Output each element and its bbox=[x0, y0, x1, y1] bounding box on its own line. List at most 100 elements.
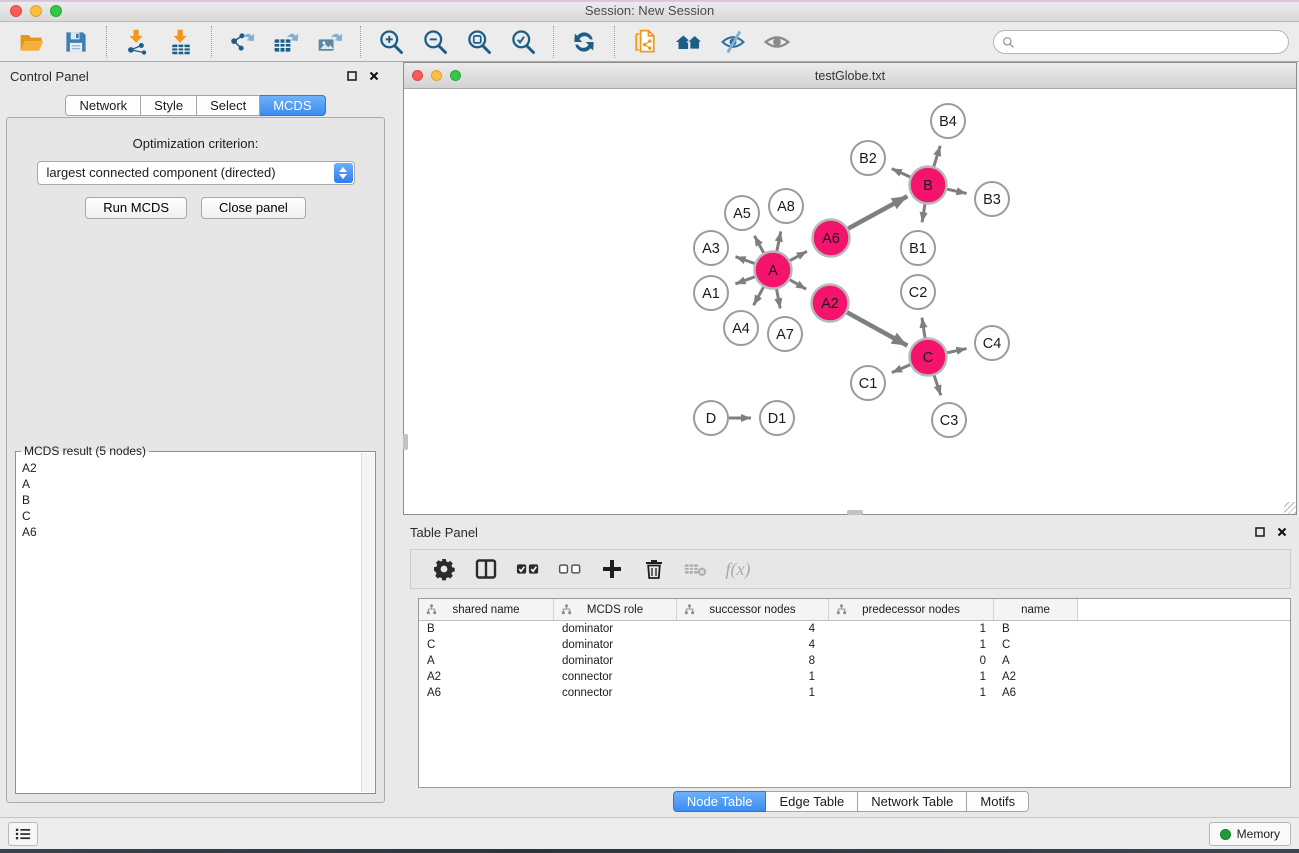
graph-node-A6[interactable]: A6 bbox=[813, 220, 850, 257]
network-vertical-scroll-thumb[interactable] bbox=[403, 434, 408, 450]
zoom-selected-icon[interactable] bbox=[508, 27, 538, 57]
graph-edge-A-A7[interactable] bbox=[777, 289, 781, 308]
table-row-b[interactable]: Bdominator41B bbox=[419, 621, 1290, 637]
graph-node-A7[interactable]: A7 bbox=[768, 317, 802, 351]
graph-edge-A2-C[interactable] bbox=[847, 312, 907, 345]
graph-edge-A-A2[interactable] bbox=[790, 280, 806, 289]
graph-node-B1[interactable]: B1 bbox=[901, 231, 935, 265]
tab-select[interactable]: Select bbox=[197, 95, 260, 116]
graph-node-A2[interactable]: A2 bbox=[812, 285, 849, 322]
optimization-criterion-dropdown[interactable]: largest connected component (directed) bbox=[37, 161, 355, 185]
zoom-in-icon[interactable] bbox=[376, 27, 406, 57]
search-box[interactable] bbox=[993, 30, 1289, 54]
table-row-a2[interactable]: A2connector11A2 bbox=[419, 669, 1290, 685]
select-all-checks-icon[interactable] bbox=[513, 555, 543, 583]
search-input[interactable] bbox=[1015, 35, 1288, 49]
graph-edge-B-B2[interactable] bbox=[892, 169, 911, 177]
graph-edge-A6-B[interactable] bbox=[848, 196, 907, 228]
zoom-out-icon[interactable] bbox=[420, 27, 450, 57]
tab-network-table[interactable]: Network Table bbox=[858, 791, 967, 812]
column-header-shared-name[interactable]: shared name bbox=[419, 599, 554, 620]
tab-style[interactable]: Style bbox=[141, 95, 197, 116]
graph-edge-C-C2[interactable] bbox=[922, 318, 925, 338]
tab-edge-table[interactable]: Edge Table bbox=[766, 791, 858, 812]
graph-edge-B-B1[interactable] bbox=[922, 204, 925, 222]
graph-node-A3[interactable]: A3 bbox=[694, 231, 728, 265]
export-image-icon[interactable] bbox=[315, 27, 345, 57]
home-views-icon[interactable] bbox=[674, 27, 704, 57]
column-header-name[interactable]: name bbox=[994, 599, 1078, 620]
graph-node-C1[interactable]: C1 bbox=[851, 366, 885, 400]
close-panel-button[interactable]: Close panel bbox=[201, 197, 306, 219]
float-panel-icon[interactable] bbox=[345, 69, 359, 83]
open-file-icon[interactable] bbox=[17, 27, 47, 57]
memory-button[interactable]: Memory bbox=[1209, 822, 1291, 846]
save-session-icon[interactable] bbox=[61, 27, 91, 57]
export-network-icon[interactable] bbox=[227, 27, 257, 57]
window-resize-grip[interactable] bbox=[1284, 502, 1296, 514]
graph-node-B4[interactable]: B4 bbox=[931, 104, 965, 138]
graph-node-A4[interactable]: A4 bbox=[724, 311, 758, 345]
toggle-columns-icon[interactable] bbox=[471, 555, 501, 583]
network-horizontal-scroll-thumb[interactable] bbox=[847, 510, 863, 515]
network-window-titlebar[interactable]: testGlobe.txt bbox=[404, 63, 1296, 89]
export-table-icon[interactable] bbox=[271, 27, 301, 57]
table-row-a[interactable]: Adominator80A bbox=[419, 653, 1290, 669]
graph-edge-A-A6[interactable] bbox=[790, 251, 807, 260]
graph-edge-C-C3[interactable] bbox=[934, 375, 941, 395]
float-table-panel-icon[interactable] bbox=[1253, 525, 1267, 539]
graph-node-B[interactable]: B bbox=[910, 167, 947, 204]
deselect-all-checks-icon[interactable] bbox=[555, 555, 585, 583]
graph-node-C[interactable]: C bbox=[910, 339, 947, 376]
graph-edge-A-A1[interactable] bbox=[735, 277, 754, 284]
graph-edge-C-C1[interactable] bbox=[892, 365, 910, 373]
column-header-MCDS-role[interactable]: MCDS role bbox=[554, 599, 677, 620]
network-document-icon[interactable] bbox=[630, 27, 660, 57]
graph-edge-A-A8[interactable] bbox=[777, 231, 781, 250]
table-row-c[interactable]: Cdominator41C bbox=[419, 637, 1290, 653]
close-panel-icon[interactable] bbox=[367, 69, 381, 83]
graph-edge-A-A3[interactable] bbox=[736, 257, 755, 264]
result-item-b[interactable]: B bbox=[22, 492, 361, 508]
graph-node-A8[interactable]: A8 bbox=[769, 189, 803, 223]
result-item-c[interactable]: C bbox=[22, 508, 361, 524]
close-table-panel-icon[interactable] bbox=[1275, 525, 1289, 539]
graph-edge-A-A5[interactable] bbox=[754, 236, 763, 253]
show-eye-icon[interactable] bbox=[762, 27, 792, 57]
graph-node-C2[interactable]: C2 bbox=[901, 275, 935, 309]
refresh-icon[interactable] bbox=[569, 27, 599, 57]
graph-node-D1[interactable]: D1 bbox=[760, 401, 794, 435]
graph-node-C4[interactable]: C4 bbox=[975, 326, 1009, 360]
tab-motifs[interactable]: Motifs bbox=[967, 791, 1029, 812]
network-canvas[interactable]: A A1 A3A5 A8 A6 A2 A4 A7 B B1 B2 B3 B4 C C1 C2 C3 C4 D D1 bbox=[404, 89, 1296, 514]
graph-edge-A-A4[interactable] bbox=[754, 287, 764, 305]
graph-node-B2[interactable]: B2 bbox=[851, 141, 885, 175]
result-item-a[interactable]: A bbox=[22, 476, 361, 492]
tab-mcds[interactable]: MCDS bbox=[260, 95, 325, 116]
graph-edge-B-B3[interactable] bbox=[947, 189, 967, 193]
tab-network[interactable]: Network bbox=[65, 95, 141, 116]
zoom-fit-icon[interactable] bbox=[464, 27, 494, 57]
add-column-icon[interactable] bbox=[597, 555, 627, 583]
graph-node-D[interactable]: D bbox=[694, 401, 728, 435]
graph-node-C3[interactable]: C3 bbox=[932, 403, 966, 437]
tab-node-table[interactable]: Node Table bbox=[673, 791, 767, 812]
graph-node-B3[interactable]: B3 bbox=[975, 182, 1009, 216]
graph-node-A[interactable]: A bbox=[755, 252, 792, 289]
result-item-a6[interactable]: A6 bbox=[22, 524, 361, 540]
delete-column-icon[interactable] bbox=[639, 555, 669, 583]
graph-node-A1[interactable]: A1 bbox=[694, 276, 728, 310]
column-header-successor-nodes[interactable]: successor nodes bbox=[677, 599, 829, 620]
graph-node-A5[interactable]: A5 bbox=[725, 196, 759, 230]
graph-edge-B-B4[interactable] bbox=[934, 146, 940, 167]
run-mcds-button[interactable]: Run MCDS bbox=[85, 197, 187, 219]
result-item-a2[interactable]: A2 bbox=[22, 460, 361, 476]
graph-edge-C-C4[interactable] bbox=[947, 349, 967, 353]
hide-eye-icon[interactable] bbox=[718, 27, 748, 57]
result-scrollbar[interactable] bbox=[361, 453, 374, 792]
task-history-button[interactable] bbox=[8, 822, 38, 846]
import-network-icon[interactable] bbox=[122, 27, 152, 57]
import-table-icon[interactable] bbox=[166, 27, 196, 57]
table-row-a6[interactable]: A6connector11A6 bbox=[419, 685, 1290, 701]
column-settings-icon[interactable] bbox=[429, 555, 459, 583]
